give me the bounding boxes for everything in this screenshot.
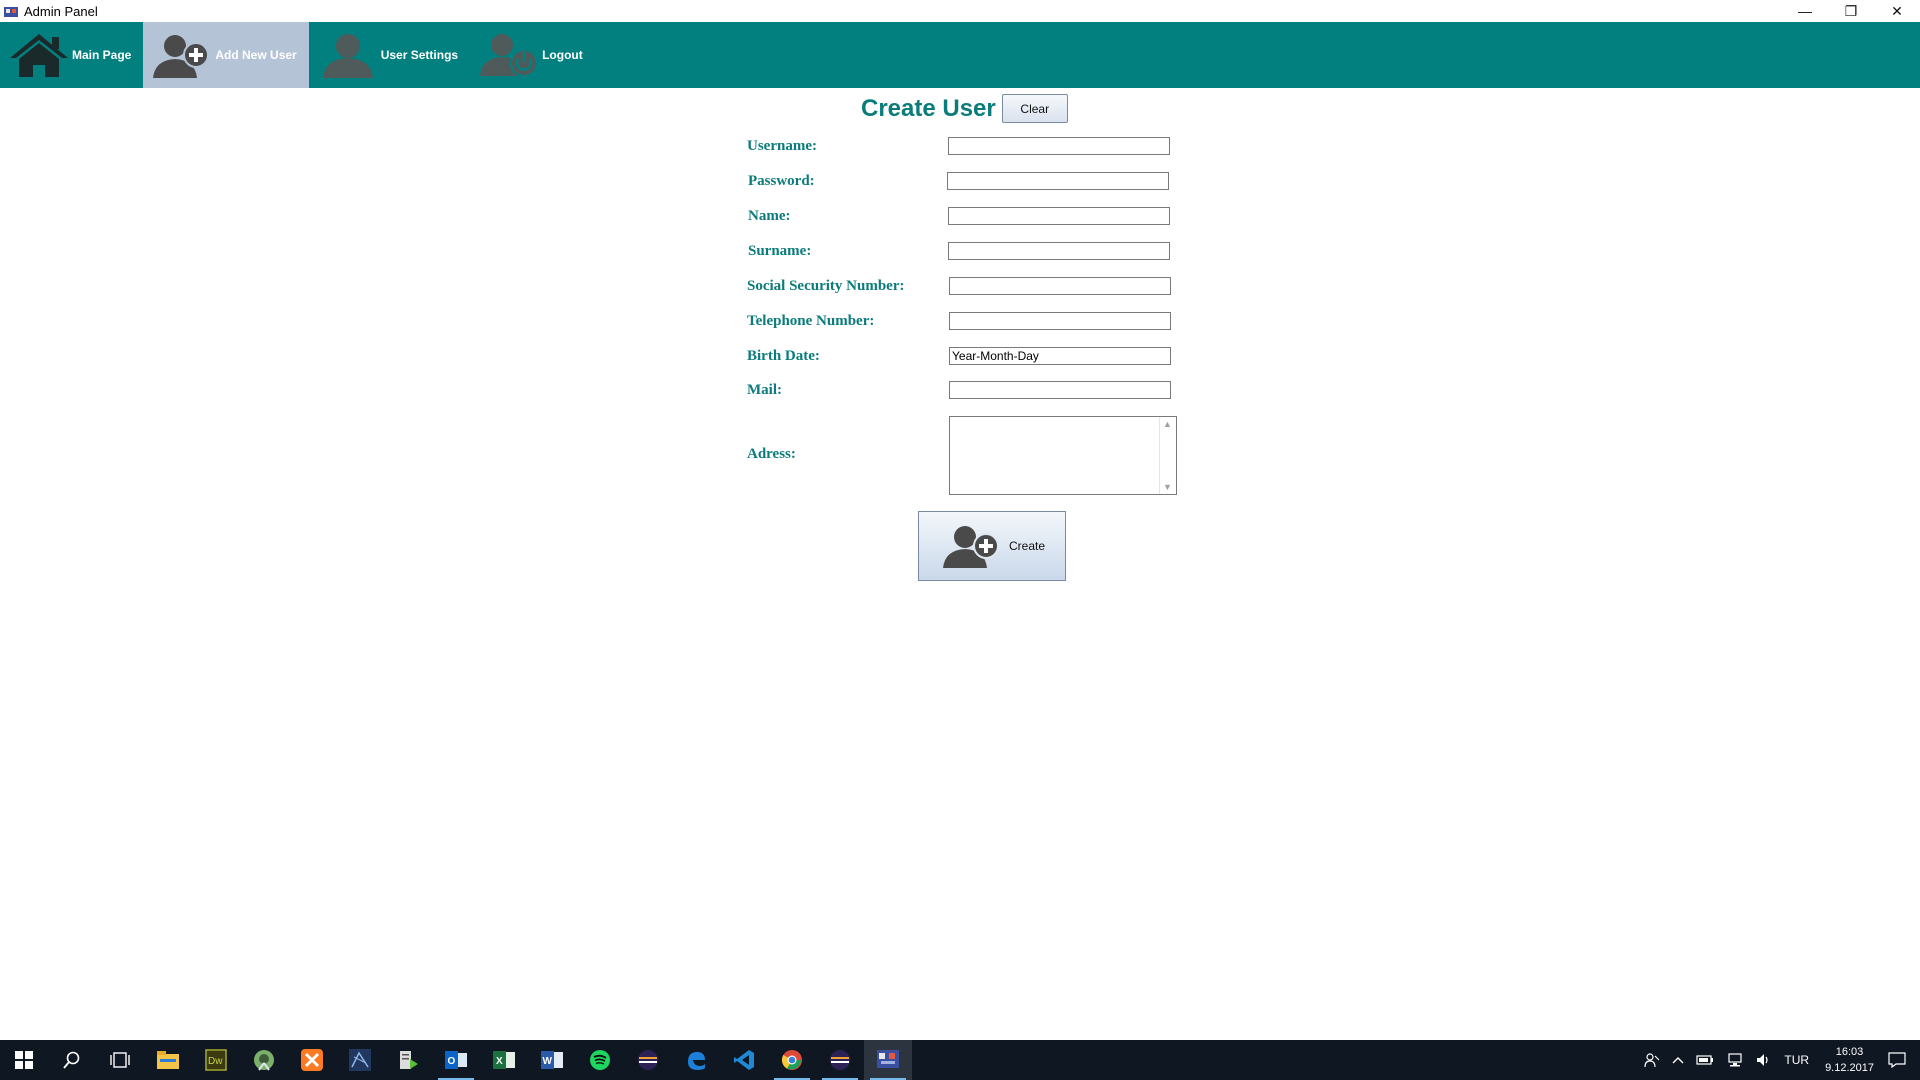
window-title: Admin Panel — [24, 3, 98, 19]
start-icon[interactable] — [0, 1040, 48, 1080]
svg-text:Dw: Dw — [208, 1056, 223, 1067]
mail-label: Mail: — [747, 382, 782, 398]
nav-label-user-settings: User Settings — [380, 48, 459, 62]
input-language[interactable]: TUR — [1784, 1053, 1809, 1067]
vscode-icon[interactable] — [720, 1040, 768, 1080]
svg-text:X: X — [496, 1056, 503, 1067]
ssn-label: Social Security Number: — [747, 278, 905, 294]
chrome-icon[interactable] — [768, 1040, 816, 1080]
scroll-down-icon[interactable]: ▼ — [1163, 482, 1172, 492]
scroll-up-icon[interactable]: ▲ — [1163, 419, 1172, 429]
system-tray: TUR 16:03 9.12.2017 — [1638, 1040, 1920, 1080]
password-field[interactable] — [947, 172, 1169, 190]
clock-date: 9.12.2017 — [1825, 1062, 1874, 1074]
eclipse-icon-2[interactable] — [816, 1040, 864, 1080]
window-titlebar: Admin Panel — ❐ ✕ — [0, 0, 1920, 22]
address-scrollbar[interactable]: ▲ ▼ — [1159, 417, 1176, 494]
excel-icon[interactable]: X — [480, 1040, 528, 1080]
word-icon[interactable]: W — [528, 1040, 576, 1080]
address-text — [950, 417, 1176, 421]
netbeans-icon[interactable] — [336, 1040, 384, 1080]
system-clock[interactable]: 16:03 9.12.2017 — [1825, 1044, 1874, 1076]
svg-text:W: W — [543, 1056, 553, 1067]
nav-item-main-page[interactable]: Main Page — [0, 22, 143, 88]
name-label: Name: — [748, 208, 791, 224]
birth-date-label: Birth Date: — [747, 348, 820, 364]
add-user-icon — [149, 25, 215, 85]
close-icon: ✕ — [1891, 2, 1903, 19]
user-icon — [315, 25, 381, 85]
nav-item-user-settings[interactable]: User Settings — [309, 22, 470, 88]
home-icon — [6, 25, 72, 85]
dreamweaver-icon[interactable]: Dw — [192, 1040, 240, 1080]
surname-field[interactable] — [948, 242, 1170, 260]
form-header: Create User Clear — [861, 94, 1068, 123]
birth-date-field[interactable]: Year-Month-Day — [949, 347, 1171, 365]
chevron-up-icon[interactable] — [1672, 1056, 1684, 1064]
battery-icon[interactable] — [1696, 1054, 1714, 1066]
password-label: Password: — [748, 173, 815, 189]
logout-icon — [476, 25, 542, 85]
name-field[interactable] — [948, 207, 1170, 225]
spotify-icon[interactable] — [576, 1040, 624, 1080]
nav-label-logout: Logout — [542, 48, 583, 62]
close-window-button[interactable]: ✕ — [1874, 0, 1920, 22]
notifications-icon[interactable] — [1888, 1052, 1906, 1068]
task-view-icon[interactable] — [96, 1040, 144, 1080]
server-icon[interactable] — [384, 1040, 432, 1080]
address-textarea[interactable]: ▲ ▼ — [949, 416, 1177, 495]
main-navbar: Main Page Add New User User Settings Log… — [0, 22, 1920, 88]
telephone-field[interactable] — [949, 312, 1171, 330]
telephone-label: Telephone Number: — [747, 313, 875, 329]
outlook-icon[interactable]: O — [432, 1040, 480, 1080]
nav-item-add-new-user[interactable]: Add New User — [143, 22, 309, 88]
add-user-icon — [939, 521, 1005, 571]
restore-icon: ❐ — [1844, 2, 1858, 19]
mail-field[interactable] — [949, 381, 1171, 399]
minimize-icon: — — [1798, 3, 1812, 19]
xampp-icon[interactable] — [288, 1040, 336, 1080]
create-button-label: Create — [1009, 539, 1046, 553]
page-title: Create User — [861, 94, 996, 122]
username-label: Username: — [747, 138, 817, 154]
nav-label-main-page: Main Page — [72, 48, 132, 62]
username-field[interactable] — [948, 137, 1170, 155]
volume-icon[interactable] — [1756, 1053, 1772, 1067]
create-button[interactable]: Create — [918, 511, 1066, 581]
surname-label: Surname: — [748, 243, 812, 259]
admin-panel-app-icon[interactable] — [864, 1040, 912, 1080]
nav-item-logout[interactable]: Logout — [470, 22, 595, 88]
edge-icon[interactable] — [672, 1040, 720, 1080]
minimize-button[interactable]: — — [1782, 0, 1828, 22]
clock-time: 16:03 — [1835, 1046, 1864, 1058]
android-studio-icon[interactable] — [240, 1040, 288, 1080]
eclipse-icon[interactable] — [624, 1040, 672, 1080]
network-icon[interactable] — [1726, 1053, 1744, 1067]
ssn-field[interactable] — [949, 277, 1171, 295]
app-icon — [4, 5, 18, 17]
nav-label-add-new-user: Add New User — [215, 48, 297, 62]
people-icon[interactable] — [1644, 1052, 1660, 1068]
clear-button[interactable]: Clear — [1001, 94, 1068, 123]
taskbar: Dw O X W TUR 16:03 9.12.2017 — [0, 1040, 1920, 1080]
file-explorer-icon[interactable] — [144, 1040, 192, 1080]
search-icon[interactable] — [48, 1040, 96, 1080]
address-label: Adress: — [747, 446, 796, 462]
restore-button[interactable]: ❐ — [1828, 0, 1874, 22]
svg-text:O: O — [448, 1056, 456, 1067]
